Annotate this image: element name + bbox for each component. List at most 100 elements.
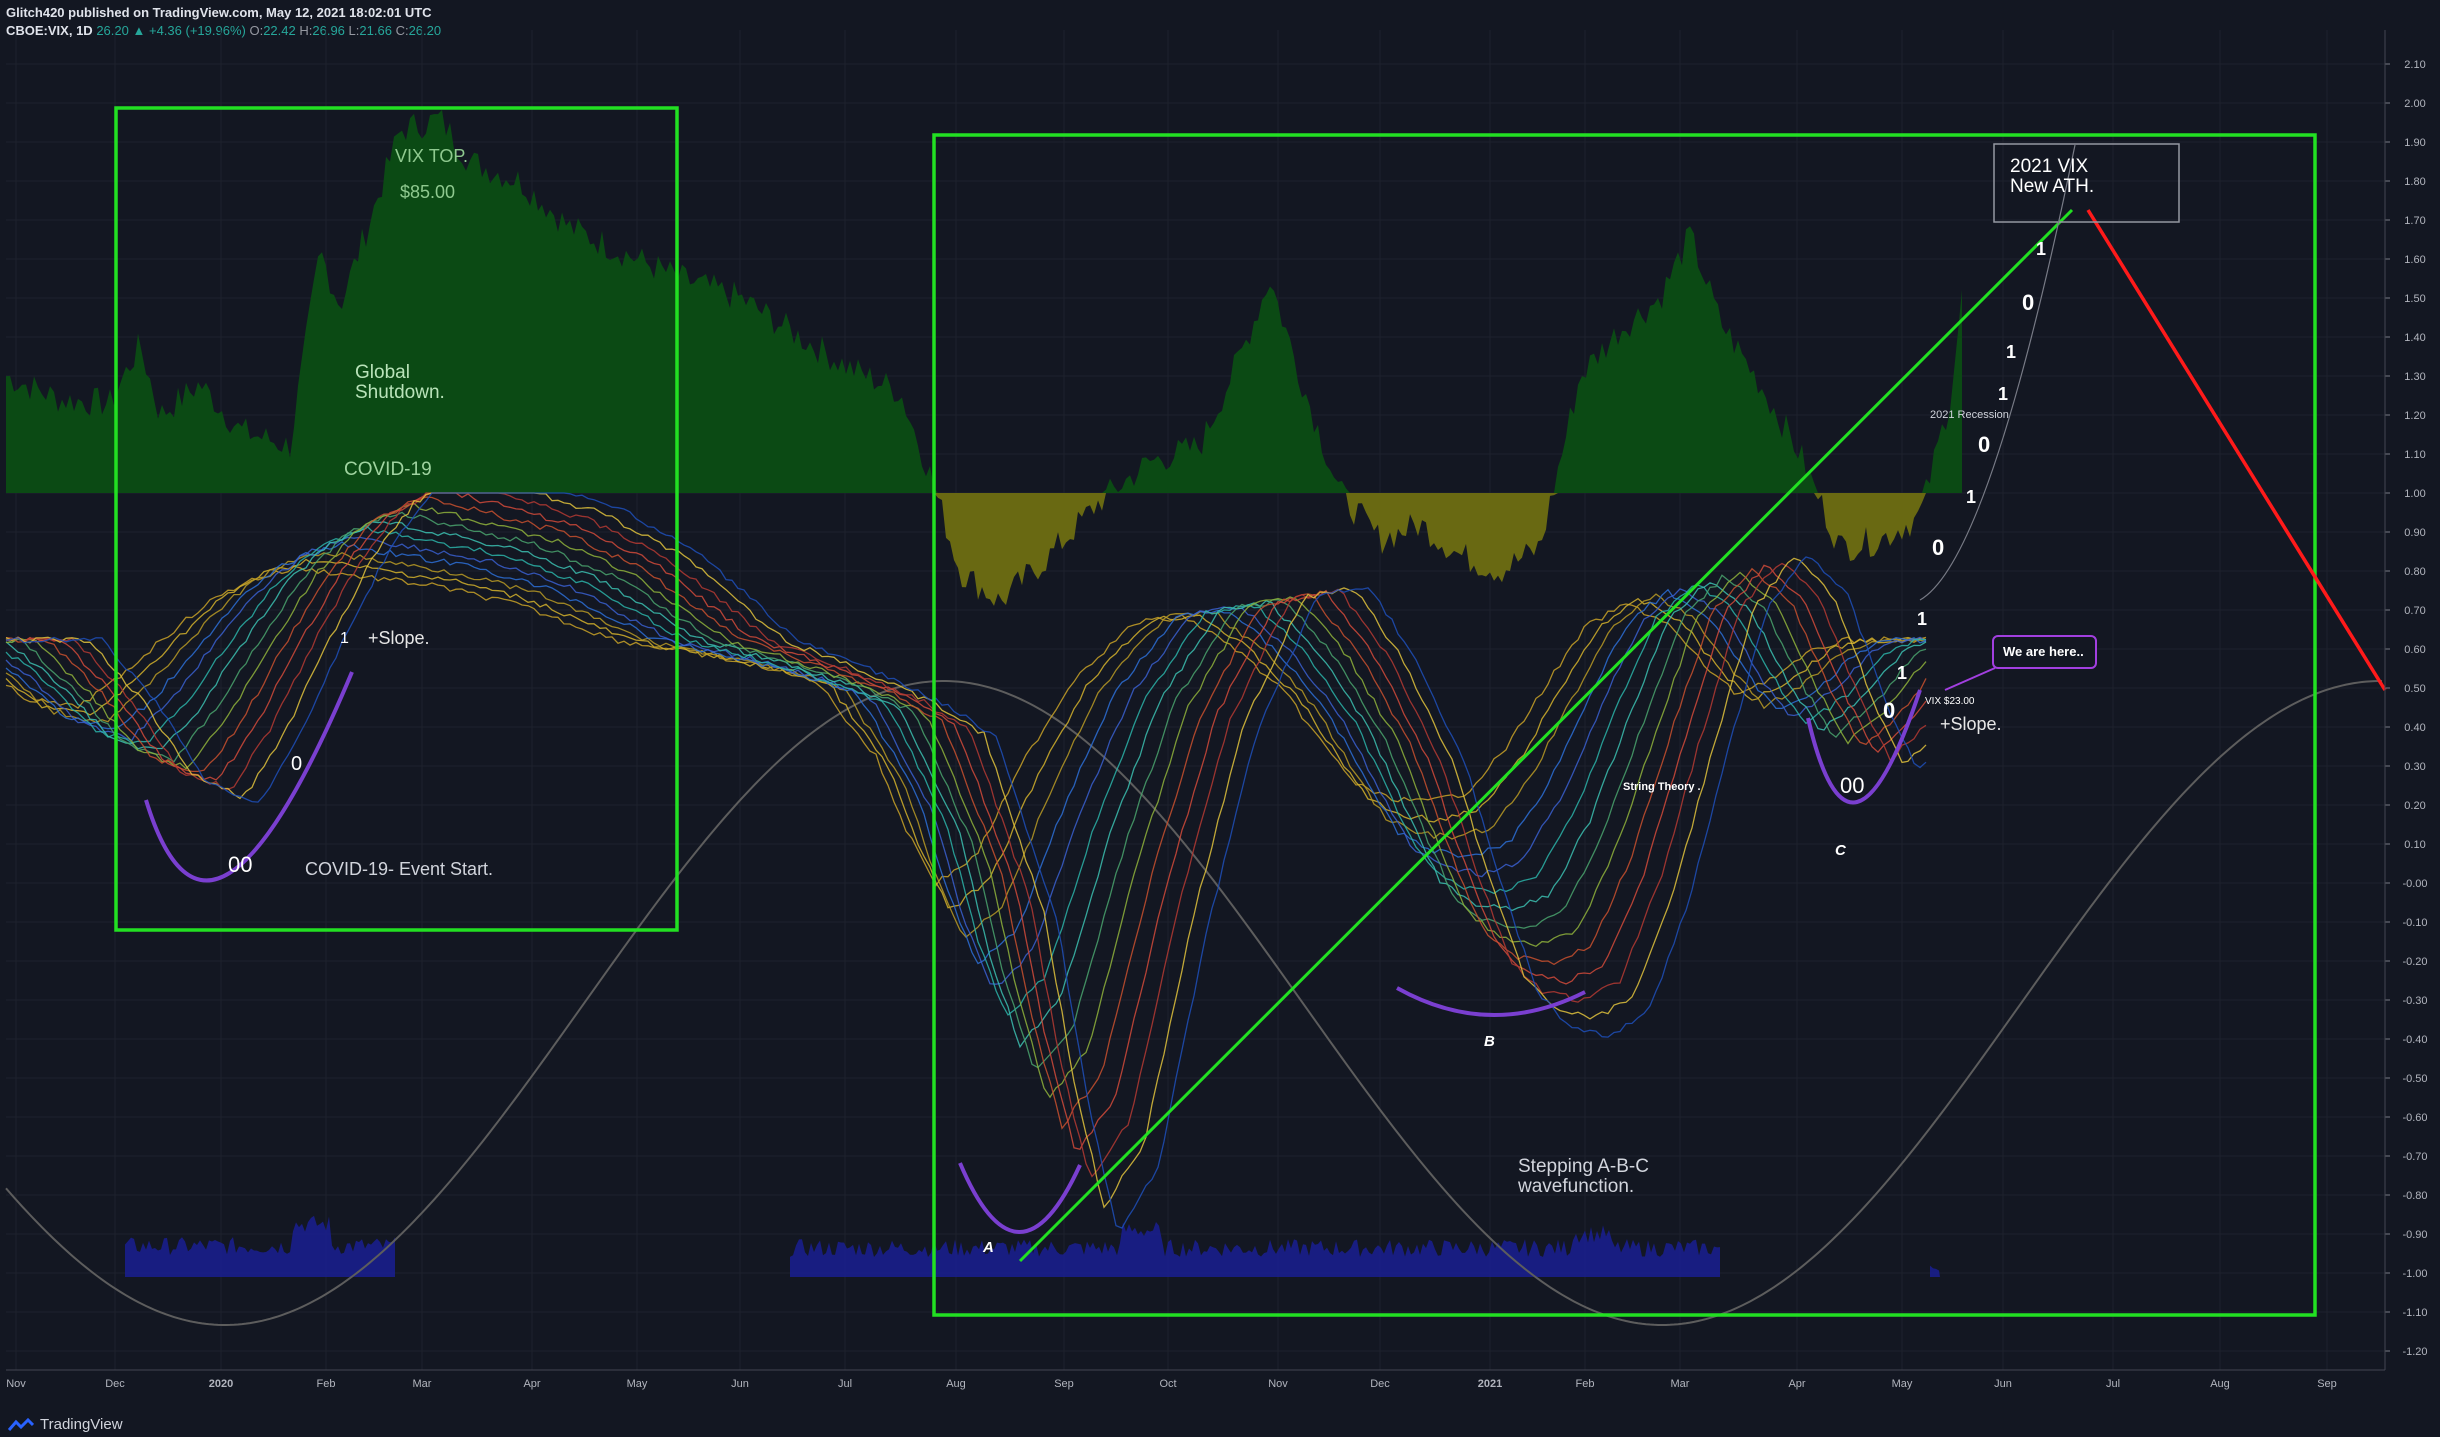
covid-event-label: COVID-19- Event Start. bbox=[305, 859, 493, 879]
binary-digit: 0 bbox=[291, 753, 302, 775]
x-tick-label: Oct bbox=[1159, 1378, 1176, 1390]
x-tick-label: Dec bbox=[1370, 1378, 1390, 1390]
recession-label: 2021 Recession bbox=[1930, 409, 2009, 421]
binary-digit: 0 bbox=[1883, 698, 1895, 723]
y-tick-label: 0.40 bbox=[2404, 722, 2425, 734]
green-oscillator-area bbox=[6, 109, 1962, 493]
wave-c-label: C bbox=[1835, 842, 1847, 859]
binary-digit: 1 bbox=[1966, 487, 1976, 507]
x-tick-label: Jun bbox=[1994, 1378, 2012, 1390]
x-tick-label: Mar bbox=[1671, 1378, 1690, 1390]
x-tick-label: 2020 bbox=[209, 1378, 233, 1390]
ma-ribbons bbox=[5, 492, 1927, 1229]
arc-covid bbox=[144, 671, 354, 883]
binary-digit: 1 bbox=[2036, 239, 2046, 259]
string-theory-label: String Theory . bbox=[1623, 781, 1701, 793]
x-tick-label: Sep bbox=[2317, 1378, 2337, 1390]
volume-area bbox=[125, 1215, 395, 1277]
x-tick-label: Nov bbox=[6, 1378, 26, 1390]
we-are-here-label: We are here.. bbox=[2003, 644, 2084, 659]
y-tick-label: 0.90 bbox=[2404, 527, 2425, 539]
x-tick-label: Aug bbox=[2210, 1378, 2230, 1390]
y-tick-label: -0.70 bbox=[2402, 1151, 2427, 1163]
volume-area bbox=[1930, 1265, 1940, 1277]
x-tick-label: Dec bbox=[105, 1378, 125, 1390]
y-tick-label: 0.50 bbox=[2404, 683, 2425, 695]
y-tick-label: 0.10 bbox=[2404, 839, 2425, 851]
x-tick-label: Apr bbox=[1788, 1378, 1805, 1390]
y-tick-label: 2.10 bbox=[2404, 59, 2425, 71]
tradingview-logo-icon bbox=[8, 1417, 34, 1431]
binary-digit: 1 bbox=[2006, 342, 2016, 362]
stepping-label: Stepping A-B-C wavefunction. bbox=[1517, 1156, 1649, 1197]
y-tick-label: 0.20 bbox=[2404, 800, 2425, 812]
slope-label-2: +Slope. bbox=[1940, 714, 2002, 734]
callout-pointer bbox=[1944, 667, 1996, 691]
red-projection-line bbox=[2086, 209, 2387, 691]
zero-zero-left: 00 bbox=[228, 852, 252, 877]
y-tick-label: -0.00 bbox=[2402, 878, 2427, 890]
binary-digit: 1 bbox=[1897, 663, 1907, 683]
y-tick-label: 1.30 bbox=[2404, 371, 2425, 383]
binary-digit: 0 bbox=[1932, 535, 1944, 560]
x-tick-label: May bbox=[627, 1378, 648, 1390]
y-tick-label: -0.30 bbox=[2402, 995, 2427, 1007]
slope-label-1: +Slope. bbox=[368, 628, 430, 648]
x-tick-label: Mar bbox=[413, 1378, 432, 1390]
ma-line bbox=[5, 496, 1927, 1130]
binary-digit: 0 bbox=[1978, 432, 1990, 457]
time-axis: Nov Dec 2020 Feb Mar Apr May Jun Jul Aug Sep Oct Nov… bbox=[6, 1369, 2385, 1390]
y-tick-label: 1.60 bbox=[2404, 254, 2425, 266]
wave-a-label: A bbox=[982, 1239, 994, 1256]
x-tick-label: Sep bbox=[1054, 1378, 1074, 1390]
binary-digit: 0 bbox=[2022, 290, 2034, 315]
vix-price-label: VIX $23.00 bbox=[1925, 696, 1975, 707]
y-tick-label: 2.00 bbox=[2404, 98, 2425, 110]
binary-digit: 1 bbox=[1998, 384, 2008, 404]
chart-grid bbox=[6, 30, 2385, 1370]
x-tick-label: May bbox=[1892, 1378, 1913, 1390]
wave-b-label: B bbox=[1484, 1033, 1495, 1050]
oscillator-areas bbox=[6, 109, 1962, 606]
x-tick-label: Nov bbox=[1268, 1378, 1288, 1390]
y-tick-label: 1.10 bbox=[2404, 449, 2425, 461]
vix-top-label: VIX TOP. bbox=[395, 146, 468, 166]
volume-area bbox=[790, 1222, 1720, 1277]
yellow-oscillator-area bbox=[6, 493, 1962, 606]
zero-zero-right: 00 bbox=[1840, 773, 1864, 798]
y-tick-label: -0.20 bbox=[2402, 956, 2427, 968]
brand-label[interactable]: TradingView bbox=[40, 1416, 123, 1433]
y-tick-label: 0.60 bbox=[2404, 644, 2425, 656]
arc-a bbox=[958, 1162, 1082, 1234]
y-tick-label: 1.80 bbox=[2404, 176, 2425, 188]
x-tick-label: Jul bbox=[838, 1378, 852, 1390]
y-tick-label: 1.90 bbox=[2404, 137, 2425, 149]
price-chart[interactable]: 2.10 2.00 1.90 1.80 1.70 1.60 1.50 1.40 1.30 1.20… bbox=[0, 0, 2440, 1437]
sine-curve bbox=[5, 680, 2383, 1327]
x-tick-label: Aug bbox=[946, 1378, 966, 1390]
y-tick-label: -0.80 bbox=[2402, 1190, 2427, 1202]
y-tick-label: 1.50 bbox=[2404, 293, 2425, 305]
y-tick-label: -1.20 bbox=[2402, 1346, 2427, 1358]
price-85-label: $85.00 bbox=[400, 182, 455, 202]
covid19-label: COVID-19 bbox=[344, 459, 432, 480]
x-tick-label: 2021 bbox=[1478, 1378, 1502, 1390]
y-tick-label: 0.80 bbox=[2404, 566, 2425, 578]
y-tick-label: 1.70 bbox=[2404, 215, 2425, 227]
y-tick-label: 1.40 bbox=[2404, 332, 2425, 344]
y-tick-label: -1.10 bbox=[2402, 1307, 2427, 1319]
x-tick-label: Feb bbox=[1576, 1378, 1595, 1390]
y-tick-label: -0.10 bbox=[2402, 917, 2427, 929]
x-tick-label: Apr bbox=[523, 1378, 540, 1390]
y-tick-label: -0.50 bbox=[2402, 1073, 2427, 1085]
y-tick-label: 0.30 bbox=[2404, 761, 2425, 773]
x-tick-label: Jun bbox=[731, 1378, 749, 1390]
y-tick-label: 0.70 bbox=[2404, 605, 2425, 617]
vix-ath-label: 2021 VIX New ATH. bbox=[2010, 156, 2094, 197]
y-tick-label: -0.90 bbox=[2402, 1229, 2427, 1241]
ma-line bbox=[5, 492, 1927, 1209]
y-tick-label: 1.20 bbox=[2404, 410, 2425, 422]
binary-digit: 1 bbox=[1917, 609, 1927, 629]
y-tick-label: 1.00 bbox=[2404, 488, 2425, 500]
y-tick-label: -0.40 bbox=[2402, 1034, 2427, 1046]
